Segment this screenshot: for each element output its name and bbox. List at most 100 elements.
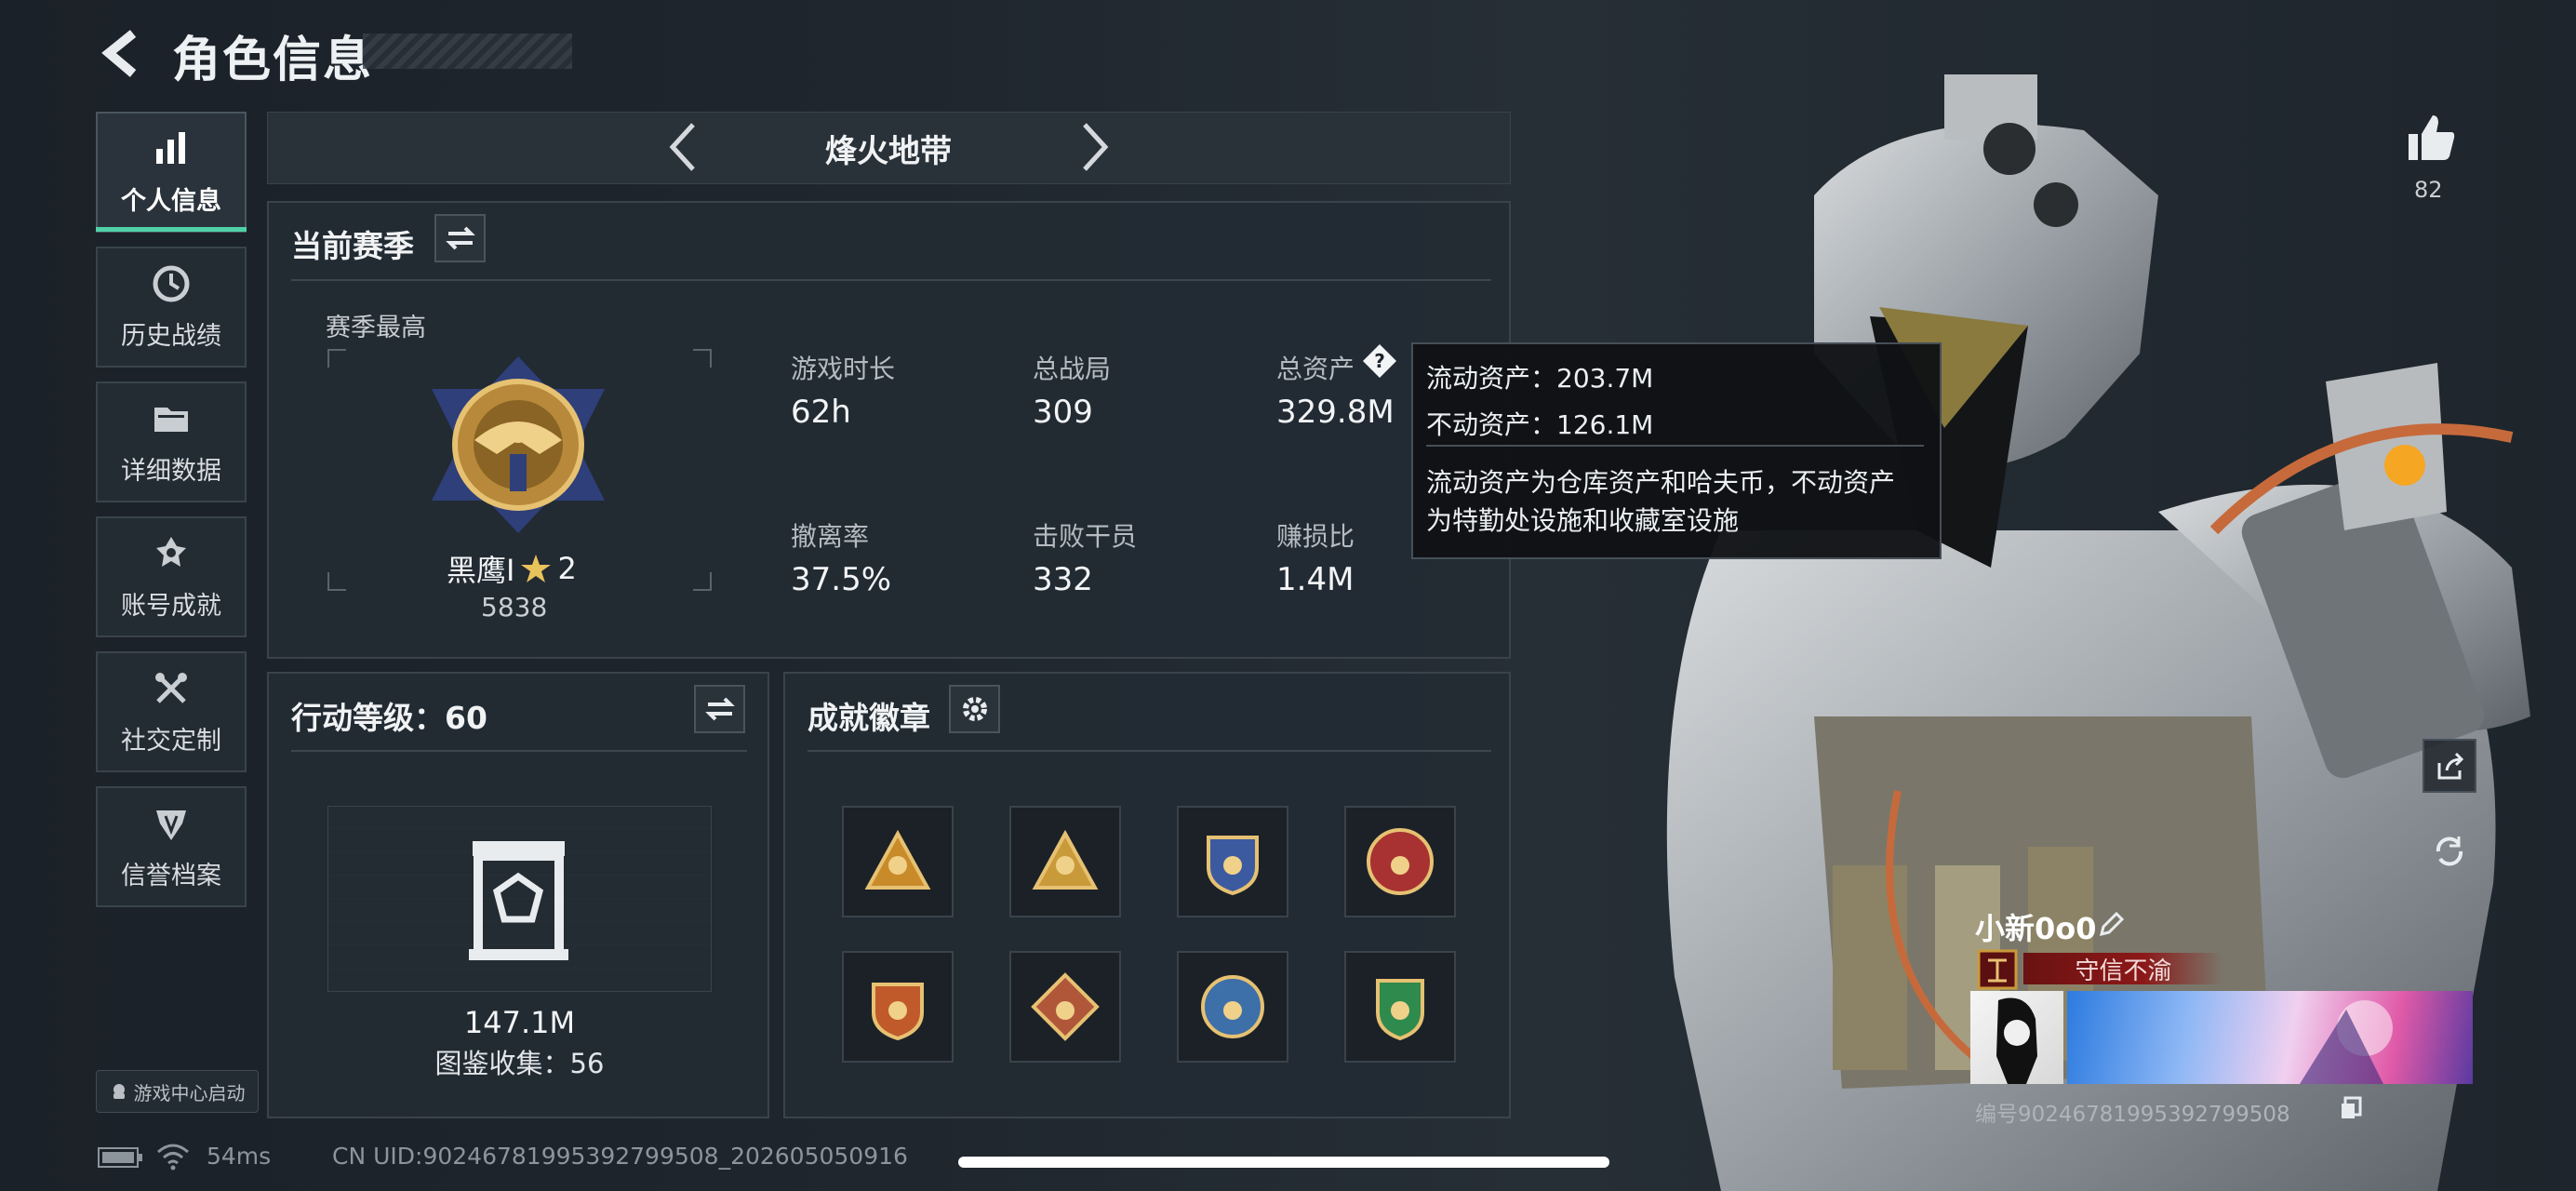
achievement-badge[interactable]: [1009, 951, 1121, 1063]
stat-value-assets: 329.8M: [1276, 394, 1395, 431]
clock-icon: [153, 265, 190, 301]
tooltip-desc-line2: 为特勤处设施和收藏室设施: [1426, 505, 1740, 536]
action-level-title: 行动等级：60: [291, 700, 487, 736]
battery-icon: [98, 1147, 142, 1168]
shield-anchor-badge-icon: [1207, 836, 1259, 896]
uid-text: CN UID:9024678199539279950​8_20260505091…: [332, 1143, 908, 1170]
tooltip-desc-line1: 流动资产为仓库资产和哈夫币，不动资产: [1426, 467, 1896, 498]
season-switch-button[interactable]: [434, 214, 486, 262]
achievement-badge[interactable]: [1009, 806, 1121, 917]
stat-value-matches: 309: [1033, 394, 1093, 431]
like-count: 82: [2414, 177, 2443, 203]
back-arrow-icon[interactable]: [98, 28, 144, 79]
frame-corner: [693, 572, 712, 591]
sidebar-item-personal-info[interactable]: 个人信息: [96, 112, 247, 233]
sidebar-item-credit[interactable]: 信誉档案: [96, 786, 247, 907]
avatar-image: [1996, 997, 2037, 1084]
dragon-diamond-badge-icon: [1031, 972, 1100, 1041]
achievement-badge[interactable]: [842, 806, 954, 917]
collection-value: 147.1M: [463, 1005, 576, 1040]
sidebar-item-label: 个人信息: [121, 186, 221, 216]
question-icon: ?: [1363, 344, 1396, 378]
copy-icon[interactable]: [2340, 1096, 2362, 1120]
name-card-banner: [2067, 991, 2473, 1084]
share-icon: [2437, 752, 2464, 780]
triangle-gold-badge-icon: [864, 829, 931, 890]
stat-label-profit-ratio: 赚损比: [1276, 521, 1355, 552]
wifi-icon: [157, 1144, 189, 1171]
home-indicator[interactable]: [958, 1157, 1609, 1168]
sidebar-item-label: 账号成就: [121, 591, 221, 621]
title-tag: 守信不渝: [2023, 953, 2223, 985]
stat-label-matches: 总战局: [1033, 354, 1112, 384]
sidebar-item-label: 详细数据: [121, 456, 221, 486]
folder-icon: [154, 407, 188, 432]
achievement-badge[interactable]: [1177, 806, 1288, 917]
title-decoration: [363, 33, 572, 69]
sidebar-item-achievements[interactable]: 账号成就: [96, 516, 247, 637]
divider: [291, 750, 747, 752]
bar-chart-icon: [156, 131, 185, 164]
mode-prev-arrow-icon[interactable]: [667, 121, 699, 173]
gear-icon: [962, 697, 987, 721]
swap-icon: [445, 226, 475, 250]
season-best-label: 赛季最高: [326, 314, 426, 342]
achievements-settings-button[interactable]: [949, 685, 1000, 733]
sidebar-item-history[interactable]: 历史战绩: [96, 247, 247, 368]
achievement-badge[interactable]: [1344, 951, 1456, 1063]
frame-corner: [327, 349, 346, 368]
frame-corner: [327, 572, 346, 591]
ping: 54ms: [207, 1143, 272, 1170]
rank-score: 5838: [481, 592, 548, 622]
stat-label-kills: 击败干员: [1033, 521, 1138, 552]
shield-icon: [156, 810, 186, 840]
mode-name: 烽火地带: [825, 133, 952, 170]
svg-text:?: ?: [1374, 350, 1385, 372]
star-icon: [521, 555, 552, 582]
sidebar-item-social[interactable]: 社交定制: [96, 651, 247, 772]
divider: [808, 750, 1491, 752]
rank-emblem-icon: [432, 356, 605, 533]
game-center-button[interactable]: 游戏中心启动: [96, 1070, 259, 1113]
tooltip-divider: [1426, 445, 1924, 447]
stat-label-playtime: 游戏时长: [791, 354, 896, 384]
achievement-badge[interactable]: [1344, 806, 1456, 917]
frame-corner: [693, 349, 712, 368]
like-icon[interactable]: [2403, 110, 2459, 166]
banner-art: [2300, 1000, 2393, 1084]
winged-shield-badge-icon: [872, 983, 924, 1041]
swap-icon: [704, 697, 735, 721]
stat-label-assets: 总资产: [1276, 354, 1355, 384]
season-title: 当前赛季: [291, 228, 414, 264]
triangle-gear-badge-icon: [1032, 829, 1099, 890]
page-title: 角色信息: [172, 33, 374, 88]
mode-next-arrow-icon[interactable]: [1079, 121, 1111, 173]
sidebar-item-detailed-data[interactable]: 详细数据: [96, 381, 247, 502]
game-center-label: 游戏中心启动: [133, 1081, 246, 1104]
stat-value-extract-rate: 37.5%: [791, 561, 892, 598]
divider: [291, 279, 1491, 281]
sidebar-item-label: 历史战绩: [121, 321, 221, 351]
active-indicator: [96, 227, 247, 232]
sidebar-item-label: 信誉档案: [121, 861, 221, 890]
collection-count: 图鉴收集：56: [434, 1048, 605, 1079]
achievements-title: 成就徽章: [808, 700, 930, 736]
player-name: 小新0o0: [1975, 911, 2097, 946]
action-switch-button[interactable]: [694, 685, 745, 733]
help-icon[interactable]: ?: [1361, 342, 1398, 380]
collection-case-icon: [469, 841, 568, 960]
rotate-icon: [2436, 836, 2463, 866]
edit-icon[interactable]: [2098, 910, 2126, 938]
rotate-button[interactable]: [2423, 824, 2476, 878]
tooltip-liquid-assets: 流动资产：203.7M: [1426, 363, 1654, 394]
share-button[interactable]: [2423, 739, 2476, 793]
card-id: 编号9024678199539279950​8: [1975, 1103, 2290, 1127]
sidebar-item-label: 社交定制: [121, 726, 221, 756]
round-star-badge-icon: [1367, 827, 1434, 896]
achievement-badge[interactable]: [842, 951, 954, 1063]
avatar[interactable]: [1970, 991, 2063, 1084]
game-center-icon: [113, 1084, 125, 1099]
green-shield-badge-icon: [1376, 979, 1424, 1041]
achievement-badge[interactable]: [1177, 951, 1288, 1063]
stat-value-playtime: 62h: [791, 394, 851, 431]
